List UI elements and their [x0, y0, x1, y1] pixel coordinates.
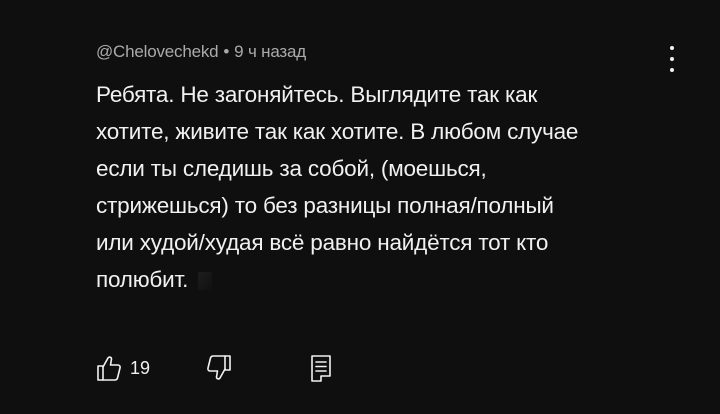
comment-line-last: полюбит.: [96, 261, 656, 298]
thumbs-down-icon: [206, 354, 232, 382]
reply-button[interactable]: [308, 350, 334, 386]
faded-emoji-icon: [198, 272, 213, 291]
comment-line: хотите, живите так как хотите. В любом с…: [96, 119, 579, 144]
timestamp[interactable]: 9 ч назад: [234, 42, 306, 61]
comment-line: если ты следишь за собой, (моешься,: [96, 156, 487, 181]
reply-icon: [308, 353, 334, 383]
comment-line: стрижешься) то без разницы полная/полный: [96, 193, 554, 218]
like-button[interactable]: 19: [96, 350, 150, 386]
author-handle[interactable]: @Chelovechekd: [96, 42, 219, 61]
comment-meta: @Chelovechekd • 9 ч назад: [96, 42, 306, 62]
comment-line: или худой/худая всё равно найдётся тот к…: [96, 230, 549, 255]
comment-card: @Chelovechekd • 9 ч назад Ребята. Не загон…: [0, 0, 720, 414]
comment-line: полюбит.: [96, 267, 189, 292]
more-options-button[interactable]: [662, 46, 682, 72]
comment-text: Ребята. Не загоняйтесь. Выглядите так ка…: [96, 76, 656, 298]
comment-actions: 19: [0, 350, 720, 390]
meta-separator: •: [223, 42, 230, 61]
dislike-button[interactable]: [206, 350, 232, 386]
comment-line: Ребята. Не загоняйтесь. Выглядите так ка…: [96, 82, 538, 107]
thumbs-up-icon: [96, 354, 122, 382]
more-vertical-icon: [670, 46, 674, 50]
like-count: 19: [130, 357, 151, 378]
more-vertical-icon-dot: [670, 68, 674, 72]
more-vertical-icon-dot: [670, 57, 674, 61]
